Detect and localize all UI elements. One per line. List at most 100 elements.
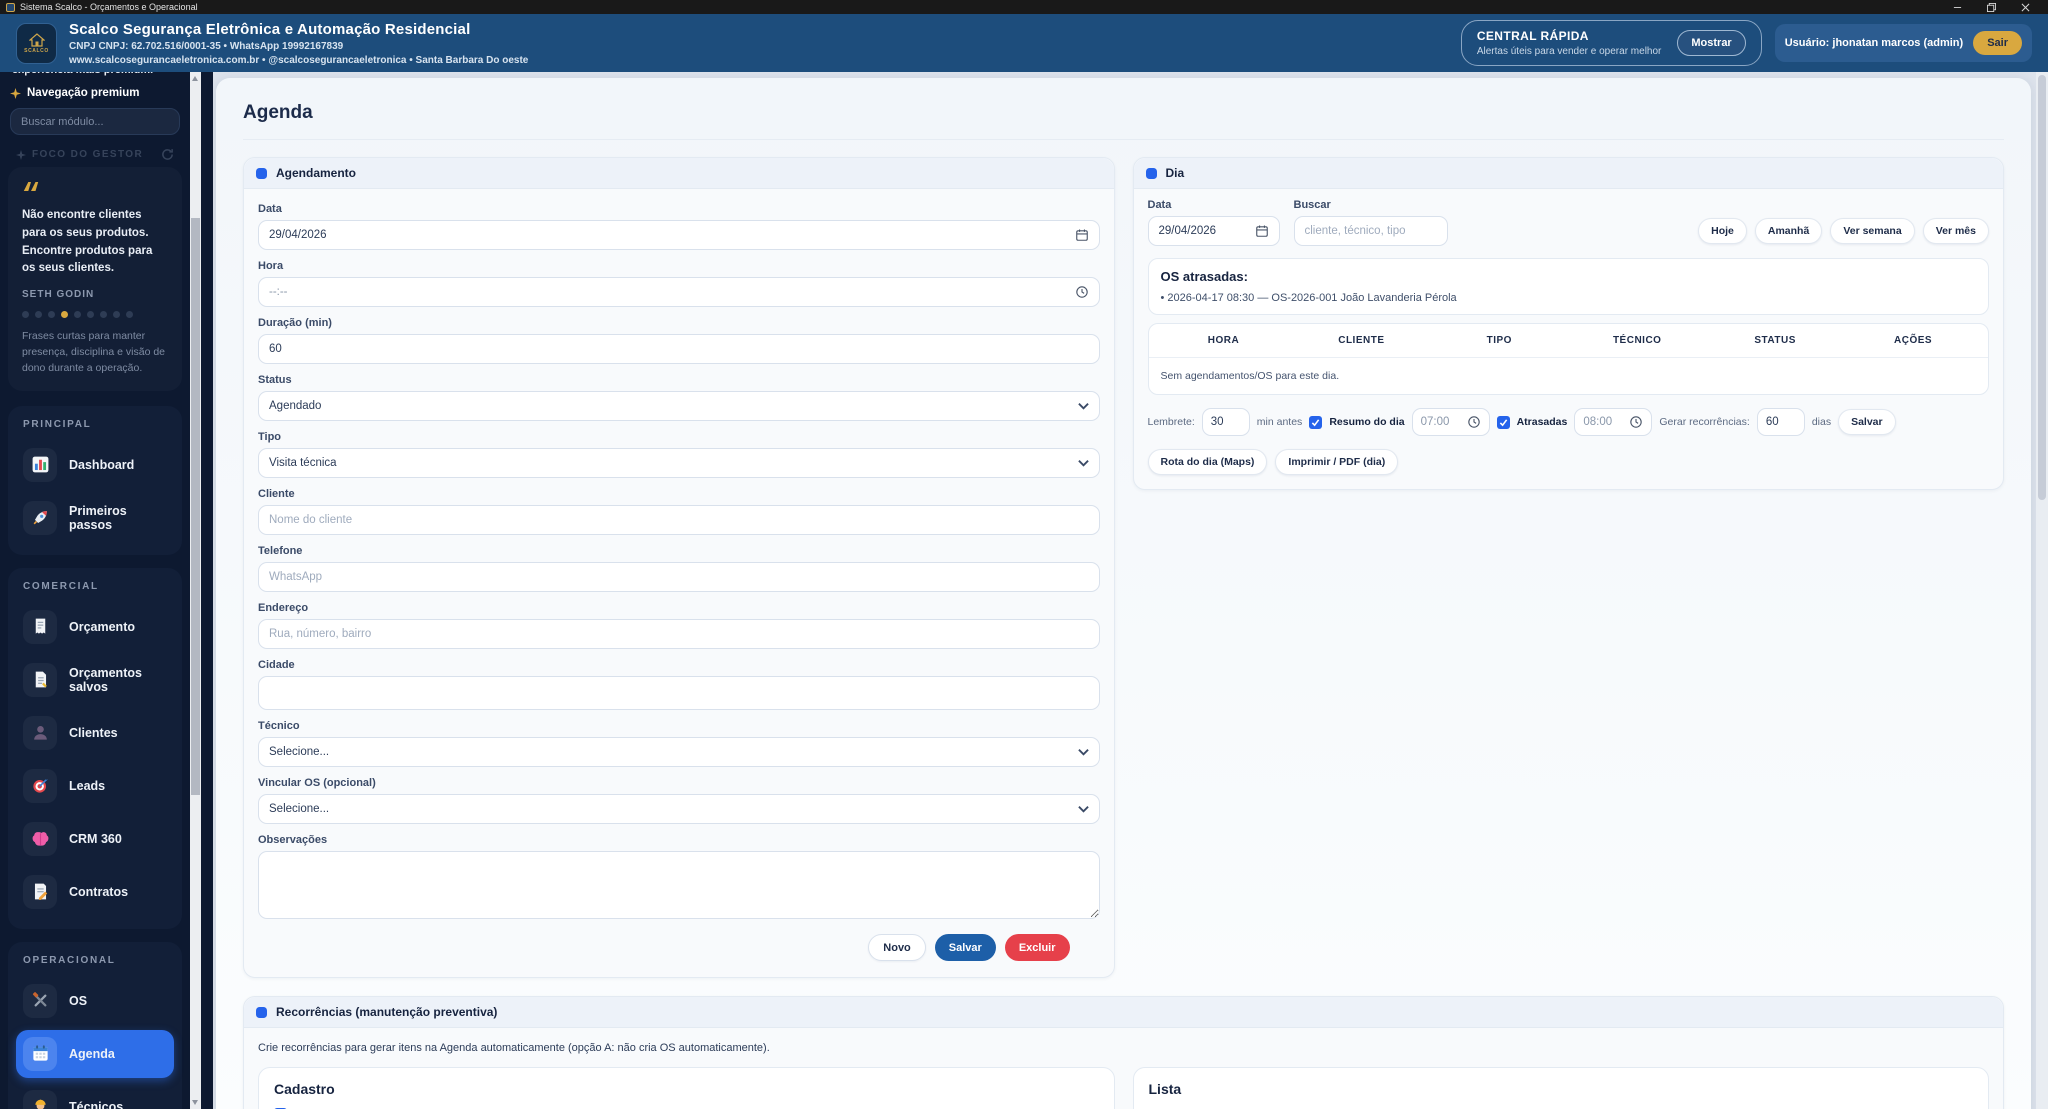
lembrete-row: Lembrete: min antes Resumo do dia <box>1134 395 2004 436</box>
carousel-dot-active[interactable] <box>61 311 68 319</box>
data-field[interactable] <box>258 220 1100 250</box>
gerar-recorrencias-field[interactable] <box>1756 408 1805 436</box>
cliente-field[interactable] <box>258 505 1100 535</box>
carousel-dot[interactable] <box>48 311 55 319</box>
scrollbar-down-arrow[interactable] <box>192 1100 198 1105</box>
lembrete-salvar-button[interactable]: Salvar <box>1838 409 1896 435</box>
minimize-button[interactable] <box>1940 0 1974 14</box>
scrollbar-up-arrow[interactable] <box>192 76 198 81</box>
rota-do-dia-button[interactable]: Rota do dia (Maps) <box>1147 449 1268 475</box>
dia-buscar-input[interactable] <box>1304 225 1437 237</box>
sidebar-item-dashboard[interactable]: Dashboard <box>16 441 174 489</box>
excluir-button[interactable]: Excluir <box>1004 934 1070 961</box>
logo-text: SCALCO <box>24 47 49 54</box>
clock-icon[interactable] <box>1075 285 1089 299</box>
module-search[interactable] <box>10 108 180 135</box>
calendar-small-icon[interactable] <box>1075 228 1089 242</box>
agendamento-panel-header: Agendamento <box>244 158 1114 189</box>
sidebar-item-leads[interactable]: Leads <box>16 762 174 810</box>
restore-button[interactable] <box>1974 0 2008 14</box>
sidebar-item-orcamento[interactable]: Orçamento <box>16 603 174 651</box>
carousel-dot[interactable] <box>74 311 81 319</box>
telefone-field[interactable] <box>258 562 1100 592</box>
atrasadas-time-field[interactable] <box>1574 408 1653 436</box>
main-scrollbar[interactable] <box>2036 72 2048 1109</box>
duracao-input[interactable] <box>269 343 1089 355</box>
data-input[interactable] <box>269 229 1067 241</box>
sidebar-scrollbar[interactable] <box>190 72 201 1109</box>
cidade-field[interactable] <box>258 676 1100 710</box>
carousel-dot[interactable] <box>35 311 42 319</box>
main-scrollbar-thumb[interactable] <box>2038 75 2046 500</box>
hora-input[interactable] <box>269 286 1067 298</box>
sidebar-item-agenda-active[interactable]: Agenda <box>16 1029 174 1078</box>
dia-data-field[interactable] <box>1147 216 1280 246</box>
sidebar-item-tecnicos[interactable]: Técnicos <box>16 1083 174 1109</box>
status-label: Status <box>258 374 292 386</box>
atrasadas-checkbox[interactable] <box>1496 415 1510 429</box>
resumo-time-input[interactable] <box>1420 416 1462 428</box>
telefone-input[interactable] <box>269 571 1089 583</box>
duracao-field[interactable] <box>258 334 1100 364</box>
cidade-input[interactable] <box>269 687 1089 699</box>
tipo-select[interactable]: Visita técnica <box>258 448 1100 478</box>
logout-button[interactable]: Sair <box>1973 31 2022 55</box>
target-icon <box>23 768 57 803</box>
endereco-input[interactable] <box>269 628 1089 640</box>
close-button[interactable] <box>2008 0 2042 14</box>
sidebar-item-contratos[interactable]: Contratos <box>16 868 174 916</box>
module-search-input[interactable] <box>21 115 169 128</box>
cliente-input[interactable] <box>269 514 1089 526</box>
user-card: Usuário: jhonatan marcos (admin) Sair <box>1774 24 2032 62</box>
document-icon <box>23 662 57 697</box>
calendar-small-icon[interactable] <box>1255 224 1269 238</box>
window-controls <box>1940 0 2042 14</box>
chevron-down-icon <box>1077 806 1089 813</box>
ver-semana-button[interactable]: Ver semana <box>1830 218 1915 244</box>
carousel-dot[interactable] <box>126 311 133 319</box>
hora-field[interactable] <box>258 277 1100 307</box>
check-icon <box>1312 418 1320 426</box>
imprimir-pdf-button[interactable]: Imprimir / PDF (dia) <box>1275 449 1399 475</box>
sidebar-item-orcamentos-salvos[interactable]: Orçamentos salvos <box>16 656 174 704</box>
carousel-dot[interactable] <box>100 311 107 319</box>
mostrar-button[interactable]: Mostrar <box>1677 30 1746 56</box>
carousel-dot[interactable] <box>87 311 94 319</box>
endereco-field[interactable] <box>258 619 1100 649</box>
observacoes-label: Observações <box>258 834 328 846</box>
clock-icon[interactable] <box>1629 415 1643 429</box>
sidebar-item-os[interactable]: OS <box>16 977 174 1025</box>
resumo-time-field[interactable] <box>1411 408 1490 436</box>
lembrete-minutes-field[interactable] <box>1201 408 1250 436</box>
amanha-button[interactable]: Amanhã <box>1754 218 1823 244</box>
observacoes-textarea[interactable] <box>258 851 1100 919</box>
sidebar-item-clientes[interactable]: Clientes <box>16 709 174 757</box>
quote-icon <box>23 182 39 191</box>
hoje-button[interactable]: Hoje <box>1698 218 1747 244</box>
tecnico-select[interactable]: Selecione... <box>258 737 1100 767</box>
dia-data-input[interactable] <box>1158 225 1247 237</box>
atrasadas-time-input[interactable] <box>1583 416 1625 428</box>
sidebar-item-primeiros-passos[interactable]: Primeiros passos <box>16 494 174 542</box>
app-header: SCALCO Scalco Segurança Eletrônica e Aut… <box>0 14 2048 72</box>
salvar-button[interactable]: Salvar <box>934 934 996 961</box>
ver-mes-button[interactable]: Ver mês <box>1922 218 1989 244</box>
sidebar-item-label: CRM 360 <box>69 831 122 846</box>
company-logo: SCALCO <box>16 22 57 64</box>
refresh-icon[interactable] <box>161 148 174 161</box>
carousel-dot[interactable] <box>22 311 29 319</box>
lembrete-minutes-input[interactable] <box>1210 416 1241 428</box>
resumo-do-dia-checkbox[interactable] <box>1309 415 1323 429</box>
vincular-os-select[interactable]: Selecione... <box>258 794 1100 824</box>
sidebar-scrollbar-thumb[interactable] <box>191 218 200 795</box>
novo-button[interactable]: Novo <box>868 934 926 961</box>
clock-icon[interactable] <box>1467 415 1481 429</box>
dia-buscar-field[interactable] <box>1293 216 1448 246</box>
status-select[interactable]: Agendado <box>258 391 1100 421</box>
gerar-recorrencias-input[interactable] <box>1765 416 1796 428</box>
company-name: Scalco Segurança Eletrônica e Automação … <box>69 20 471 38</box>
carousel-dot[interactable] <box>113 311 120 319</box>
endereco-label: Endereço <box>258 602 309 614</box>
dia-buscar-col: Buscar <box>1293 189 1448 246</box>
sidebar-item-crm-360[interactable]: CRM 360 <box>16 815 174 863</box>
